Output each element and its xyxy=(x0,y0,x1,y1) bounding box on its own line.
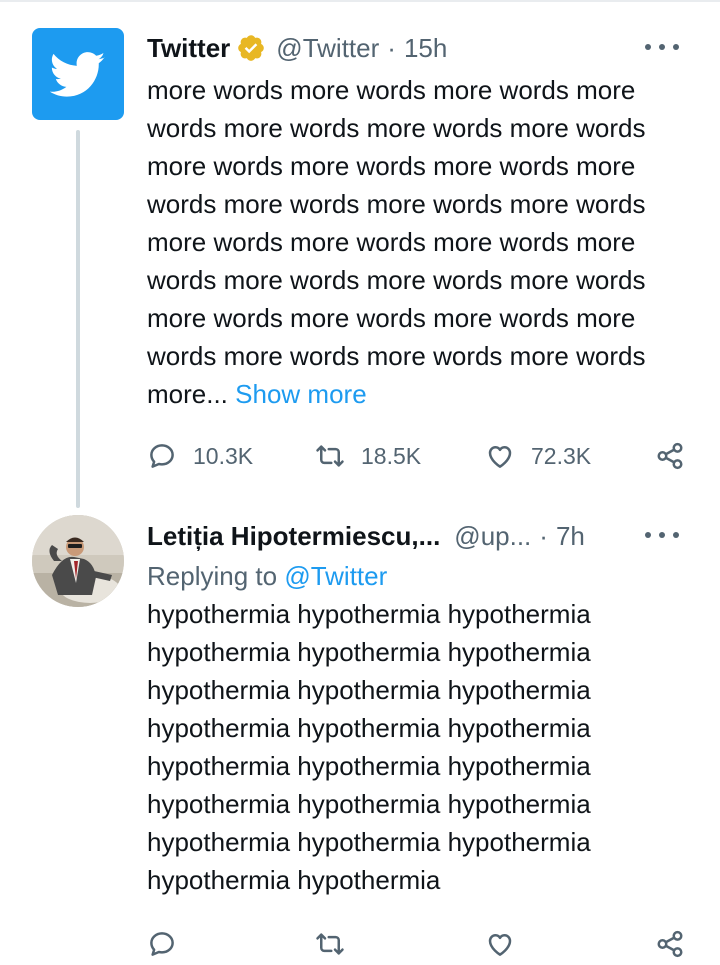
reply-icon xyxy=(150,932,174,956)
profile-photo xyxy=(32,515,124,607)
share-icon xyxy=(657,930,683,958)
thread-connector-line xyxy=(76,130,80,508)
tweet-reply[interactable]: Letiția Hipotermiescu,... @up... · 7h Re… xyxy=(0,505,720,965)
share-icon xyxy=(657,442,683,470)
like-icon xyxy=(488,934,512,956)
tweet-text: more words more words more words more wo… xyxy=(147,75,646,409)
retweet-count: 18.5K xyxy=(361,442,422,469)
retweet-button[interactable]: 18.5K xyxy=(315,436,421,476)
more-icon xyxy=(645,532,651,538)
tweet-main-content: Twitter @Twitter · 15h more words more w… xyxy=(147,30,697,413)
tweet-timestamp[interactable]: 15h xyxy=(404,33,447,64)
more-icon xyxy=(645,44,651,50)
reply-icon xyxy=(150,444,174,468)
like-icon xyxy=(488,446,512,468)
reply-count: 10.3K xyxy=(193,442,254,469)
replying-to-label: Replying to xyxy=(147,561,278,591)
replying-to-line: Replying to @Twitter xyxy=(147,557,697,595)
tweet-action-bar: 10.3K 18.5K 72.3K xyxy=(147,436,697,476)
tweet-reply-content: Letiția Hipotermiescu,... @up... · 7h Re… xyxy=(147,518,697,899)
show-more-link[interactable]: Show more xyxy=(235,379,367,409)
like-button[interactable]: 72.3K xyxy=(485,436,591,476)
reply-author-avatar[interactable] xyxy=(32,515,124,607)
tweet-header: Twitter @Twitter · 15h xyxy=(147,30,697,66)
reply-meta-separator: · xyxy=(539,520,548,551)
reply-retweet-button[interactable] xyxy=(315,924,345,964)
reply-share-button[interactable] xyxy=(655,924,685,964)
reply-action-bar xyxy=(147,924,697,964)
tweet-main[interactable]: Twitter @Twitter · 15h more words more w… xyxy=(0,0,720,508)
retweet-icon xyxy=(316,445,344,467)
like-count: 72.3K xyxy=(531,442,592,469)
author-name[interactable]: Twitter xyxy=(147,33,230,64)
replying-to-mention[interactable]: @Twitter xyxy=(284,561,387,591)
reply-button[interactable]: 10.3K xyxy=(147,436,253,476)
reply-timestamp[interactable]: 7h xyxy=(556,521,585,552)
reply-body: hypothermia hypothermia hypothermia hypo… xyxy=(147,595,697,899)
reply-reply-button[interactable] xyxy=(147,924,177,964)
retweet-icon xyxy=(316,933,344,955)
more-options-button[interactable] xyxy=(645,32,679,62)
author-handle[interactable]: @Twitter xyxy=(276,33,379,64)
meta-separator: · xyxy=(387,32,396,63)
reply-author-name[interactable]: Letiția Hipotermiescu,... xyxy=(147,521,440,552)
reply-more-options-button[interactable] xyxy=(645,520,679,550)
reply-like-button[interactable] xyxy=(485,924,515,964)
twitter-thread-page: Twitter @Twitter · 15h more words more w… xyxy=(0,0,720,965)
twitter-avatar[interactable] xyxy=(32,28,124,120)
reply-text: hypothermia hypothermia hypothermia hypo… xyxy=(147,599,591,895)
tweet-body: more words more words more words more wo… xyxy=(147,71,697,413)
reply-author-handle[interactable]: @up... xyxy=(454,521,531,552)
twitter-bird-icon xyxy=(50,52,106,97)
reply-header: Letiția Hipotermiescu,... @up... · 7h xyxy=(147,518,697,554)
share-button[interactable] xyxy=(655,436,685,476)
verified-badge-icon xyxy=(238,35,265,61)
